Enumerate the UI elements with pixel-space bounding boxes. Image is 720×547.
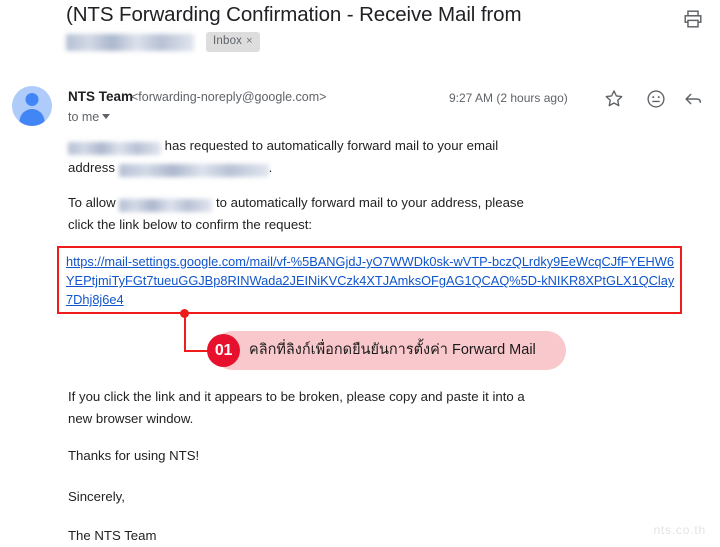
paragraph-sincerely: Sincerely, [68, 489, 125, 504]
printer-icon[interactable] [682, 8, 704, 30]
watermark: nts.co.th [653, 523, 706, 537]
paragraph-broken-link: If you click the link and it appears to … [68, 389, 525, 426]
paragraph-request: has requested to automatically forward m… [68, 135, 528, 178]
page-title: (NTS Forwarding Confirmation - Receive M… [66, 3, 522, 26]
avatar-head [25, 93, 39, 106]
recipient-label: to me [68, 110, 100, 124]
label-chip-inbox[interactable]: Inbox × [206, 32, 260, 52]
redacted-recipient-email [118, 163, 269, 177]
recipient-expander[interactable]: to me [68, 110, 111, 124]
annotation-connector-horizontal [184, 350, 208, 352]
redacted-allow-email [119, 199, 213, 213]
annotation-text: คลิกที่ลิงก์เพื่อกดยืนยันการตั้งค่า Forw… [249, 342, 536, 358]
paragraph-allow: To allow to automatically forward mail t… [68, 192, 528, 235]
paragraph-allow-prefix: To allow [68, 195, 120, 210]
label-chip-text: Inbox [213, 35, 243, 47]
star-icon[interactable] [603, 88, 625, 110]
redacted-sender-domain [66, 33, 194, 51]
subject-second-line: Inbox × [66, 32, 260, 52]
emoji-icon[interactable] [645, 88, 667, 110]
paragraph-thanks: Thanks for using NTS! [68, 448, 200, 463]
sender-name: NTS Team [68, 89, 134, 104]
avatar-body [19, 109, 45, 126]
paragraph-request-period: . [268, 159, 273, 175]
reply-icon[interactable] [682, 88, 704, 110]
avatar [12, 86, 52, 126]
annotation-connector-vertical [184, 313, 186, 352]
paragraph-signature: The NTS Team [68, 528, 157, 543]
sender-email: <forwarding-noreply@google.com> [131, 90, 327, 104]
redacted-requester-email [68, 142, 161, 156]
message-timestamp: 9:27 AM (2 hours ago) [449, 91, 568, 105]
label-chip-remove-icon[interactable]: × [246, 35, 253, 47]
confirmation-link[interactable]: https://mail-settings.google.com/mail/vf… [66, 252, 678, 310]
annotation-step-badge: 01 [207, 334, 240, 367]
chevron-down-icon[interactable] [102, 114, 111, 119]
